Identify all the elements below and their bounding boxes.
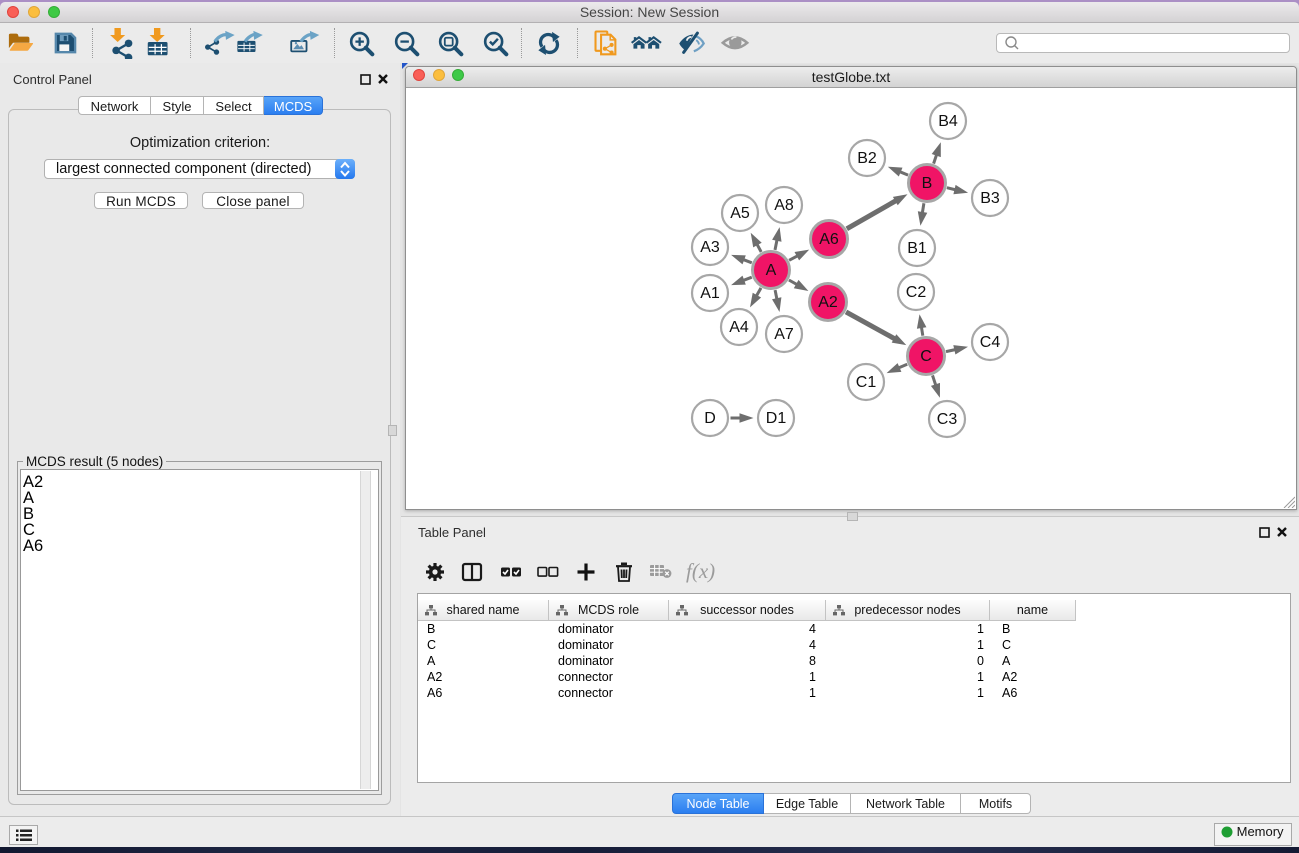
svg-text:B3: B3 — [980, 190, 1000, 207]
svg-text:A5: A5 — [730, 205, 750, 222]
svg-text:C: C — [920, 348, 932, 365]
svg-text:D: D — [704, 410, 716, 427]
svg-text:B: B — [922, 175, 933, 192]
svg-text:C1: C1 — [856, 374, 877, 391]
svg-text:C4: C4 — [980, 334, 1001, 351]
svg-text:D1: D1 — [766, 410, 787, 427]
svg-text:A8: A8 — [774, 197, 794, 214]
svg-text:C2: C2 — [906, 284, 927, 301]
svg-text:B2: B2 — [857, 150, 877, 167]
svg-text:A3: A3 — [700, 239, 720, 256]
svg-text:A: A — [766, 262, 777, 279]
svg-text:A1: A1 — [700, 285, 720, 302]
svg-text:A4: A4 — [729, 319, 749, 336]
svg-text:A7: A7 — [774, 326, 794, 343]
svg-text:B1: B1 — [907, 240, 927, 257]
svg-text:A6: A6 — [819, 231, 839, 248]
svg-text:A2: A2 — [818, 294, 838, 311]
svg-text:B4: B4 — [938, 113, 958, 130]
svg-text:C3: C3 — [937, 411, 958, 428]
